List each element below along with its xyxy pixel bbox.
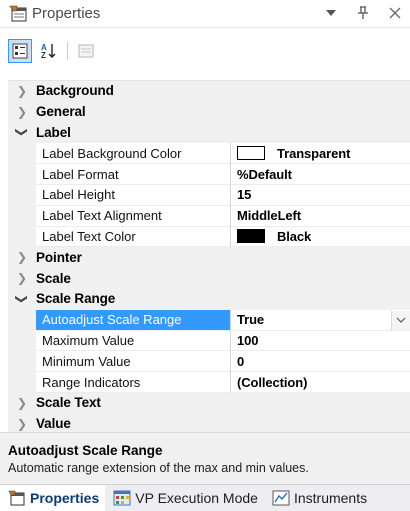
property-name[interactable]: Range Indicators — [36, 372, 231, 393]
row-gutter — [8, 184, 36, 206]
row-gutter — [8, 351, 36, 373]
property-value[interactable]: 100 — [231, 330, 410, 352]
tab-instruments[interactable]: Instruments — [264, 485, 373, 511]
category-label: Background — [36, 83, 114, 99]
categorized-view-button[interactable] — [8, 39, 32, 63]
properties-tab-icon — [8, 490, 26, 506]
row-gutter — [8, 372, 36, 393]
tab-label: VP Execution Mode — [135, 490, 258, 506]
property-value[interactable]: %Default — [231, 164, 410, 185]
category-label: General — [36, 104, 86, 120]
property-value[interactable]: 15 — [231, 184, 410, 206]
properties-window-icon — [9, 5, 29, 23]
category-background[interactable]: ❯ Background — [8, 81, 410, 102]
chevron-right-icon[interactable]: ❯ — [8, 84, 36, 98]
bottom-tab-strip: Properties VP Execution Mode Instruments — [0, 484, 410, 511]
property-name[interactable]: Label Height — [36, 184, 231, 206]
property-row[interactable]: Label Height 15 — [8, 184, 410, 206]
property-name[interactable]: Maximum Value — [36, 330, 231, 352]
tab-vp-execution-mode[interactable]: VP Execution Mode — [105, 485, 264, 511]
row-gutter — [8, 143, 36, 165]
category-label[interactable]: ❯ Label — [8, 122, 410, 144]
property-value[interactable]: MiddleLeft — [231, 205, 410, 227]
property-row[interactable]: Label Format %Default — [8, 164, 410, 185]
properties-toolbar: A Z — [0, 36, 410, 66]
value-dropdown-button[interactable] — [391, 310, 410, 330]
property-name[interactable]: Label Background Color — [36, 143, 231, 165]
category-scale-range[interactable]: ❯ Scale Range — [8, 288, 410, 310]
property-row[interactable]: Label Text Alignment MiddleLeft — [8, 205, 410, 227]
chevron-down-icon — [396, 317, 406, 324]
category-label: Value — [36, 416, 71, 432]
property-value[interactable]: True — [231, 309, 410, 331]
row-gutter — [8, 330, 36, 352]
property-pages-icon — [78, 44, 94, 58]
pin-icon[interactable] — [354, 4, 372, 22]
row-gutter — [8, 309, 36, 331]
alphabetical-sort-icon: A Z — [41, 43, 56, 60]
property-row-selected[interactable]: Autoadjust Scale Range True — [8, 309, 410, 331]
color-swatch — [237, 146, 265, 161]
property-name[interactable]: Label Format — [36, 164, 231, 185]
property-row[interactable]: Range Indicators (Collection) — [8, 372, 410, 393]
color-swatch — [237, 229, 265, 244]
chevron-right-icon[interactable]: ❯ — [8, 105, 36, 119]
property-name[interactable]: Autoadjust Scale Range — [36, 309, 231, 331]
categorized-icon — [12, 43, 28, 59]
property-value[interactable]: (Collection) — [231, 372, 410, 393]
property-row[interactable]: Label Text Color Black — [8, 226, 410, 248]
row-gutter — [8, 226, 36, 248]
description-text: Automatic range extension of the max and… — [8, 461, 309, 475]
category-label: Scale Text — [36, 395, 101, 411]
chevron-down-icon[interactable]: ❯ — [15, 285, 29, 313]
property-value[interactable]: Transparent — [231, 143, 410, 165]
property-name[interactable]: Label Text Color — [36, 226, 231, 248]
svg-text:Z: Z — [41, 51, 46, 60]
close-icon[interactable] — [386, 4, 404, 22]
row-gutter — [8, 164, 36, 185]
description-pane: Autoadjust Scale Range Automatic range e… — [0, 432, 410, 485]
tab-label: Instruments — [293, 490, 368, 506]
chevron-right-icon[interactable]: ❯ — [8, 417, 36, 431]
property-value[interactable]: Black — [231, 226, 410, 248]
property-pages-button[interactable] — [74, 39, 98, 63]
chevron-down-icon[interactable]: ❯ — [15, 118, 29, 146]
category-label-text: Label — [36, 124, 71, 140]
tab-properties[interactable]: Properties — [0, 485, 106, 511]
property-row[interactable]: Maximum Value 100 — [8, 330, 410, 352]
property-value-text: Black — [277, 228, 312, 244]
chevron-right-icon[interactable]: ❯ — [8, 271, 36, 285]
property-value-text: Transparent — [277, 145, 351, 161]
panel-title-bar: Properties — [0, 0, 410, 28]
instruments-icon — [272, 490, 290, 506]
panel-title: Properties — [32, 5, 101, 22]
description-title: Autoadjust Scale Range — [8, 443, 163, 458]
row-gutter — [8, 205, 36, 227]
property-name[interactable]: Minimum Value — [36, 351, 231, 373]
category-general[interactable]: ❯ General — [8, 101, 410, 123]
chevron-right-icon[interactable]: ❯ — [8, 250, 36, 264]
category-scale-text[interactable]: ❯ Scale Text — [8, 392, 410, 414]
property-row[interactable]: Label Background Color Transparent — [8, 143, 410, 165]
category-label: Pointer — [36, 249, 82, 265]
property-row[interactable]: Minimum Value 0 — [8, 351, 410, 373]
category-label: Scale Range — [36, 291, 116, 307]
execution-mode-icon — [113, 490, 131, 506]
tab-label: Properties — [30, 490, 100, 506]
toolbar-separator — [67, 42, 68, 60]
category-label: Scale — [36, 270, 71, 286]
chevron-right-icon[interactable]: ❯ — [8, 396, 36, 410]
property-name[interactable]: Label Text Alignment — [36, 205, 231, 227]
category-pointer[interactable]: ❯ Pointer — [8, 247, 410, 269]
category-scale[interactable]: ❯ Scale — [8, 268, 410, 289]
property-value[interactable]: 0 — [231, 351, 410, 373]
dropdown-arrow-icon[interactable] — [322, 4, 340, 22]
alphabetical-sort-button[interactable]: A Z — [37, 39, 61, 63]
property-grid: ❯ Background ❯ General ❯ Label Label Bac… — [8, 80, 410, 435]
